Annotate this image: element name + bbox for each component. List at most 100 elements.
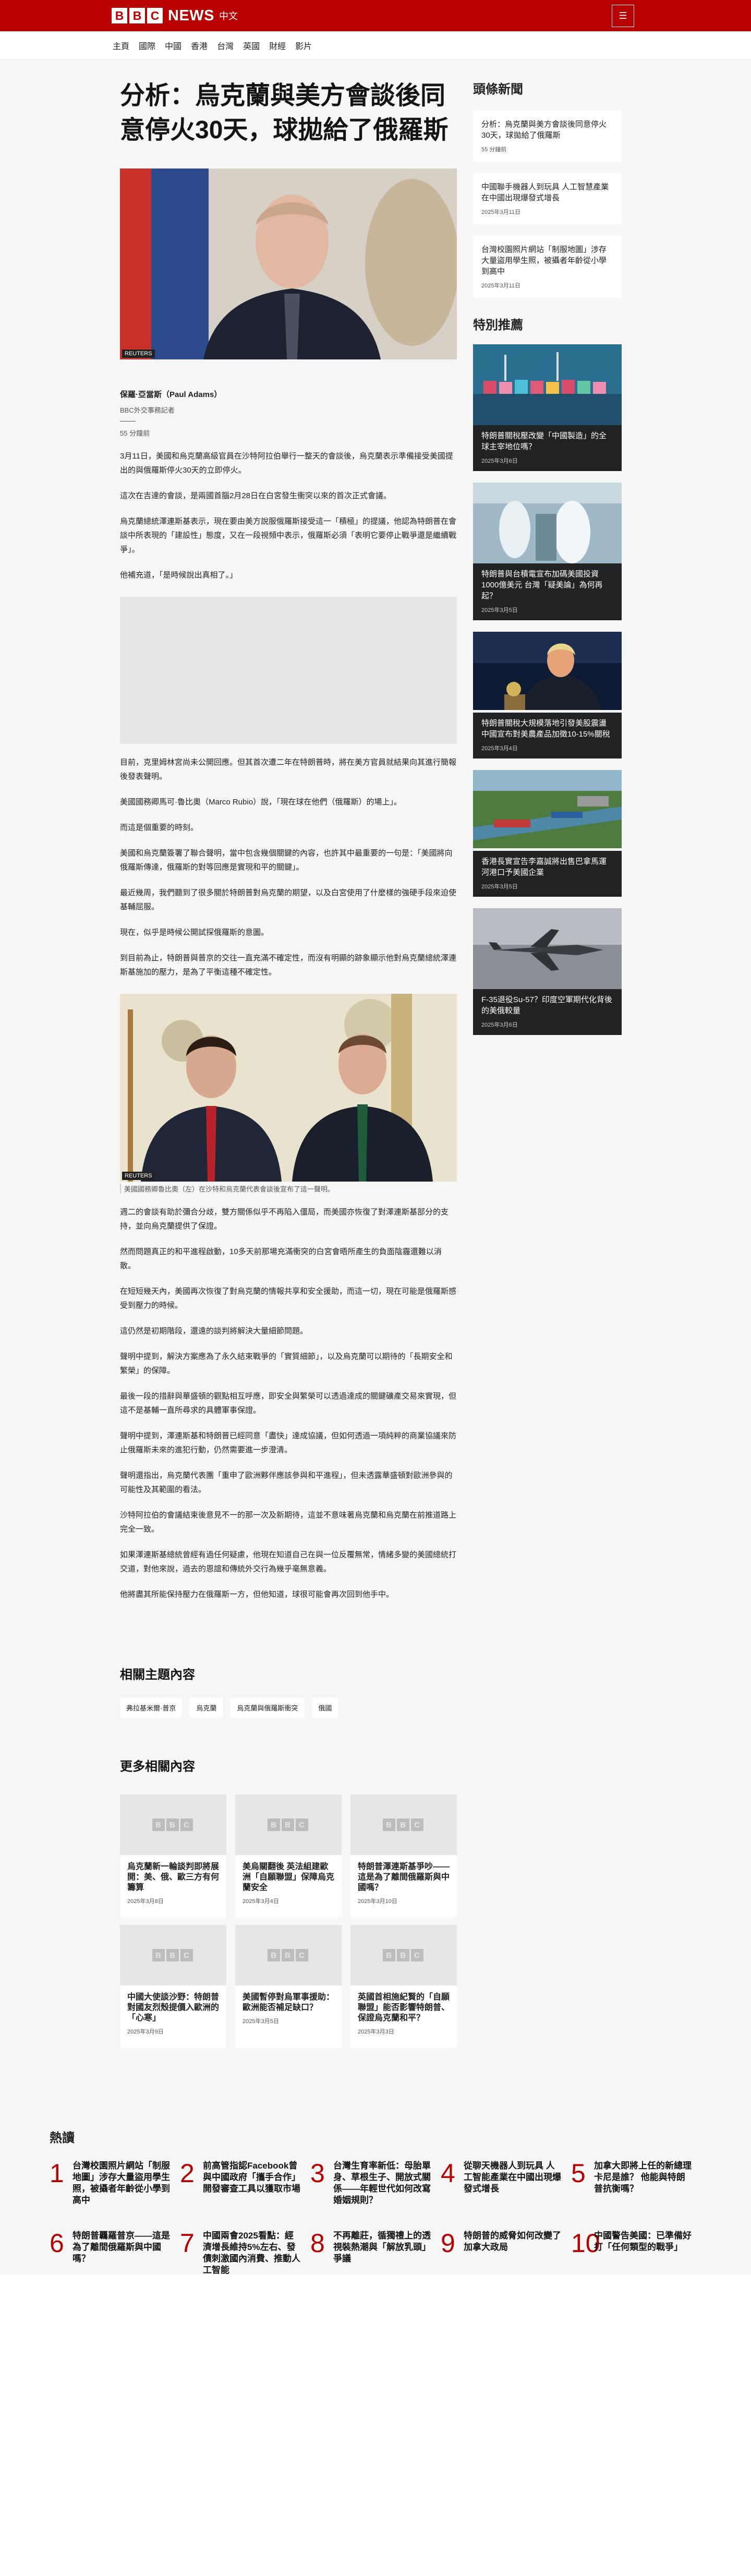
top-story-date: 55 分鐘前 bbox=[481, 147, 507, 153]
putin-portrait-image bbox=[120, 168, 457, 359]
article-paragraph: 最近幾周，我們聽到了很多關於特朗普對烏克蘭的期望，以及白宮使用了什麼樣的強硬手段… bbox=[120, 888, 457, 911]
article-paragraph: 聲明中提到，解決方案應為了永久結束戰爭的「實質細節」，以及烏克蘭可以期待的「長期… bbox=[120, 1352, 453, 1375]
card-date: 2025年3月5日 bbox=[243, 2018, 279, 2025]
most-read-title: 台灣校園照片網站「制服地圖」涉存大量盜用學生照，被攝者年齡從小學到高中 bbox=[72, 2161, 170, 2205]
most-read-item[interactable]: 10 中國警告美國：已準備好打「任何類型的戰爭」 bbox=[571, 2230, 701, 2276]
article-paragraph: 聲明中提到，澤連斯基和特朗普已經同意「盡快」達成協議，但如何透過一項純粹的商業協… bbox=[120, 1431, 457, 1454]
bbc-placeholder-image: BBC bbox=[350, 1795, 457, 1855]
most-read-item[interactable]: 2 前高管指認Facebook曾與中國政府「攜手合作」開發審查工具以獲取市場 bbox=[180, 2160, 310, 2206]
more-related-grid: BBC 烏克蘭新一輪談判即將展開：美、俄、歐三方有何籌算 2025年3月8日 B… bbox=[120, 1795, 457, 2048]
top-story-item[interactable]: 中國聯手機器人到玩具 人工智慧產業在中國出現爆發式增長 2025年3月11日 bbox=[473, 173, 622, 224]
rank-number: 2 bbox=[180, 2159, 195, 2188]
featured-card[interactable]: 香港長實宣告李嘉誠將出售巴拿馬運河港口予美國企業 2025年3月5日 bbox=[473, 770, 622, 897]
most-read-item[interactable]: 7 中國兩會2025看點：經濟增長維持5%左右、發債刺激國內消費、推動人工智能 bbox=[180, 2230, 310, 2276]
most-read-item[interactable]: 1 台灣校園照片網站「制服地圖」涉存大量盜用學生照，被攝者年齡從小學到高中 bbox=[50, 2160, 180, 2206]
article-paragraph: 聲明還指出，烏克蘭代表團「重申了歐洲夥伴應該參與和平進程」，但未透露華盛頓對歐洲… bbox=[120, 1471, 453, 1494]
most-read-item[interactable]: 5 加拿大即將上任的新總理卡尼是誰？ 他能與特朗普抗衡嗎？ bbox=[571, 2160, 701, 2206]
top-story-date: 2025年3月11日 bbox=[481, 283, 521, 289]
nav-item-taiwan[interactable]: 台灣 bbox=[217, 39, 234, 52]
related-card[interactable]: BBC 烏克蘭新一輪談判即將展開：美、俄、歐三方有何籌算 2025年3月8日 bbox=[120, 1795, 226, 1918]
featured-date: 2025年3月5日 bbox=[481, 884, 518, 890]
card-date: 2025年3月4日 bbox=[243, 1898, 279, 1905]
related-card[interactable]: BBC 英國首相施紀賢的「自願聯盟」能否影響特朗普、保證烏克蘭和平？ 2025年… bbox=[350, 1925, 457, 2048]
card-date: 2025年3月3日 bbox=[358, 2029, 394, 2035]
card-date: 2025年3月10日 bbox=[358, 1898, 397, 1905]
top-story-date: 2025年3月11日 bbox=[481, 209, 521, 215]
related-topics-tags: 弗拉基米爾·普京 烏克蘭 烏克蘭與俄羅斯衝突 俄國 bbox=[120, 1698, 346, 1718]
featured-heading: 特別推薦 bbox=[473, 318, 523, 332]
menu-button[interactable]: ☰ bbox=[612, 5, 634, 27]
top-story-title: 中國聯手機器人到玩具 人工智慧產業在中國出現爆發式增長 bbox=[481, 183, 609, 202]
article-paragraph: 如果澤連斯基總統曾經有過任何疑慮，他現在知道自己在與一位反覆無常，情緒多變的美國… bbox=[120, 1550, 457, 1573]
card-title: 中國大使談沙野：特朗普對國友烈殼提價入歐洲的「心寒」 bbox=[127, 1993, 220, 2023]
rank-number: 10 bbox=[571, 2229, 600, 2258]
hamburger-icon: ☰ bbox=[619, 10, 627, 21]
top-story-item[interactable]: 台灣校園照片網站「制服地圖」涉存大量盜用學生照，被攝者年齡從小學到高中 2025… bbox=[473, 236, 622, 298]
related-card[interactable]: BBC 中國大使談沙野：特朗普對國友烈殼提價入歐洲的「心寒」 2025年3月9日 bbox=[120, 1925, 226, 2048]
top-nav: 主頁 國際 中國 香港 台灣 英國 財經 影片 bbox=[0, 31, 751, 60]
related-topics-heading: 相關主題內容 bbox=[120, 1668, 195, 1682]
most-read: 熱讀 1 台灣校園照片網站「制服地圖」涉存大量盜用學生照，被攝者年齡從小學到高中 … bbox=[50, 2127, 701, 2276]
most-read-title: 中國兩會2025看點：經濟增長維持5%左右、發債刺激國內消費、推動人工智能 bbox=[203, 2231, 300, 2275]
article-paragraph: 現在，似乎是時候公開試探俄羅斯的意圖。 bbox=[120, 928, 269, 937]
article-paragraph: 3月11日，美國和烏克蘭高級官員在沙特阿拉伯舉行一整天的會談後，烏克蘭表示準備接… bbox=[120, 452, 453, 475]
rank-number: 3 bbox=[310, 2159, 325, 2188]
topic-tag[interactable]: 俄國 bbox=[312, 1698, 338, 1718]
related-card[interactable]: BBC 特朗普澤連斯基爭吵——這是為了離間俄羅斯與中國嗎？ 2025年3月10日 bbox=[350, 1795, 457, 1918]
featured-date: 2025年3月5日 bbox=[481, 607, 518, 613]
nav-item-business[interactable]: 財經 bbox=[269, 39, 286, 52]
article-paragraph: 到目前為止，特朗普與普京的交往一直充滿不確定性，而沒有明顯的跡象顯示他對烏克蘭總… bbox=[120, 954, 457, 977]
card-title: 特朗普澤連斯基爭吵——這是為了離間俄羅斯與中國嗎？ bbox=[358, 1862, 450, 1892]
featured-date: 2025年3月6日 bbox=[481, 458, 518, 464]
related-card[interactable]: BBC 美烏關翻後 英法組建歐洲「自願聯盟」保障烏克蘭安全 2025年3月4日 bbox=[235, 1795, 342, 1918]
featured-card[interactable]: 特朗普關稅壓改變「中國製造」的全球主宰地位嗎？ 2025年3月6日 bbox=[473, 344, 622, 471]
bbc-news-logo[interactable]: B B C NEWS 中文 bbox=[112, 7, 238, 24]
nav-item-uk[interactable]: 英國 bbox=[243, 39, 260, 52]
featured-card[interactable]: F-35退役Su-57？印度空軍期代化背後的美俄較量 2025年3月6日 bbox=[473, 908, 622, 1035]
rank-number: 1 bbox=[50, 2159, 64, 2188]
most-read-title: 中國警告美國：已準備好打「任何類型的戰爭」 bbox=[594, 2231, 692, 2252]
article-paragraph: 最後一段的措辭與華盛頓的觀點相互呼應，即安全與繁榮可以透過達成的關鍵礦產交易來實… bbox=[120, 1392, 457, 1415]
topic-tag[interactable]: 烏克蘭與俄羅斯衝突 bbox=[231, 1698, 305, 1718]
article-paragraph: 美國和烏克蘭簽署了聯合聲明，當中包含幾個關鍵的內容，也許其中最重要的一句是：「美… bbox=[120, 849, 453, 872]
article-headline: 分析：烏克蘭與美方會談後同意停火30天，球拋給了俄羅斯 bbox=[120, 82, 449, 144]
panama-canal-image bbox=[473, 770, 622, 848]
rank-number: 8 bbox=[310, 2229, 325, 2258]
related-card[interactable]: BBC 美國暫停對烏軍事援助：歐洲能否補足缺口？ 2025年3月5日 bbox=[235, 1925, 342, 2048]
most-read-item[interactable]: 4 從聊天機器人到玩具 人工智能產業在中國出現爆發式增長 bbox=[441, 2160, 571, 2206]
logo-language: 中文 bbox=[219, 11, 238, 21]
nav-item-hongkong[interactable]: 香港 bbox=[191, 39, 208, 52]
hero-image: REUTERS bbox=[120, 168, 457, 359]
sidebar: 頭條新聞 分析：烏克蘭與美方會談後同意停火30天，球拋給了俄羅斯 55 分鐘前 … bbox=[473, 79, 622, 1035]
most-read-item[interactable]: 6 特朗普覊羅普京——這是為了離間俄羅斯與中國嗎？ bbox=[50, 2230, 180, 2276]
article-paragraph: 美國國務卿馬可·魯比奧（Marco Rubio）說，「現在球在他們（俄羅斯）的場… bbox=[120, 798, 402, 806]
article-paragraph: 沙特阿拉伯的會議結束後意見不一的那一次及新期待，這並不意味著烏克蘭和烏克蘭在前推… bbox=[120, 1511, 457, 1534]
topic-tag[interactable]: 弗拉基米爾·普京 bbox=[120, 1698, 183, 1718]
rubio-waltz-image: REUTERS bbox=[120, 994, 457, 1182]
bbc-placeholder-image: BBC bbox=[120, 1795, 226, 1855]
most-read-title: 從聊天機器人到玩具 人工智能產業在中國出現爆發式增長 bbox=[464, 2161, 561, 2194]
byline-divider bbox=[120, 421, 136, 422]
most-read-item[interactable]: 9 特朗普的威脅如何改變了加拿大政局 bbox=[441, 2230, 571, 2276]
top-story-item[interactable]: 分析：烏克蘭與美方會談後同意停火30天，球拋給了俄羅斯 55 分鐘前 bbox=[473, 111, 622, 162]
most-read-item[interactable]: 3 台灣生育率新低：母胎單身、草根生子、開放式關係——年輕世代如何改寫婚姻規則？ bbox=[310, 2160, 441, 2206]
nav-item-video[interactable]: 影片 bbox=[295, 39, 312, 52]
nav-item-home[interactable]: 主頁 bbox=[113, 39, 129, 52]
article-paragraph: 目前，克里姆林宮尚未公開回應。但其首次遭二年在特朗普時，將在美方官員就結果向其進… bbox=[120, 758, 457, 781]
logo-letter: B bbox=[129, 8, 145, 23]
rank-number: 4 bbox=[441, 2159, 455, 2188]
topic-tag[interactable]: 烏克蘭 bbox=[190, 1698, 223, 1718]
logo-news-text: NEWS bbox=[168, 7, 214, 24]
author-role: BBC外交事務記者 bbox=[120, 406, 175, 414]
nav-item-world[interactable]: 國際 bbox=[139, 39, 155, 52]
article-paragraph: 他將盡其所能保持壓力在俄羅斯一方，但他知道，球很可能會再次回到他手中。 bbox=[120, 1590, 394, 1599]
nav-item-china[interactable]: 中國 bbox=[165, 39, 181, 52]
most-read-item[interactable]: 8 不再離莊，循獨禮上的透視裝熱潮與「解放乳頭」爭議 bbox=[310, 2230, 441, 2276]
most-read-row: 6 特朗普覊羅普京——這是為了離間俄羅斯與中國嗎？ 7 中國兩會2025看點：經濟增… bbox=[50, 2230, 701, 2276]
featured-card[interactable]: 特朗普與台積電宣布加碼美國投資1000億美元 台灣「疑美論」為何再起？ 2025… bbox=[473, 483, 622, 620]
featured-card[interactable]: 特朗普關稅大規模落地引發美股震盪 中國宣布對美農產品加徵10-15%關稅 202… bbox=[473, 632, 622, 759]
site-header: B B C NEWS 中文 ☰ bbox=[0, 0, 751, 31]
embedded-media-placeholder bbox=[120, 597, 457, 744]
image-credit: REUTERS bbox=[122, 1172, 155, 1180]
featured-title: 特朗普關稅壓改變「中國製造」的全球主宰地位嗎？ bbox=[481, 431, 607, 451]
